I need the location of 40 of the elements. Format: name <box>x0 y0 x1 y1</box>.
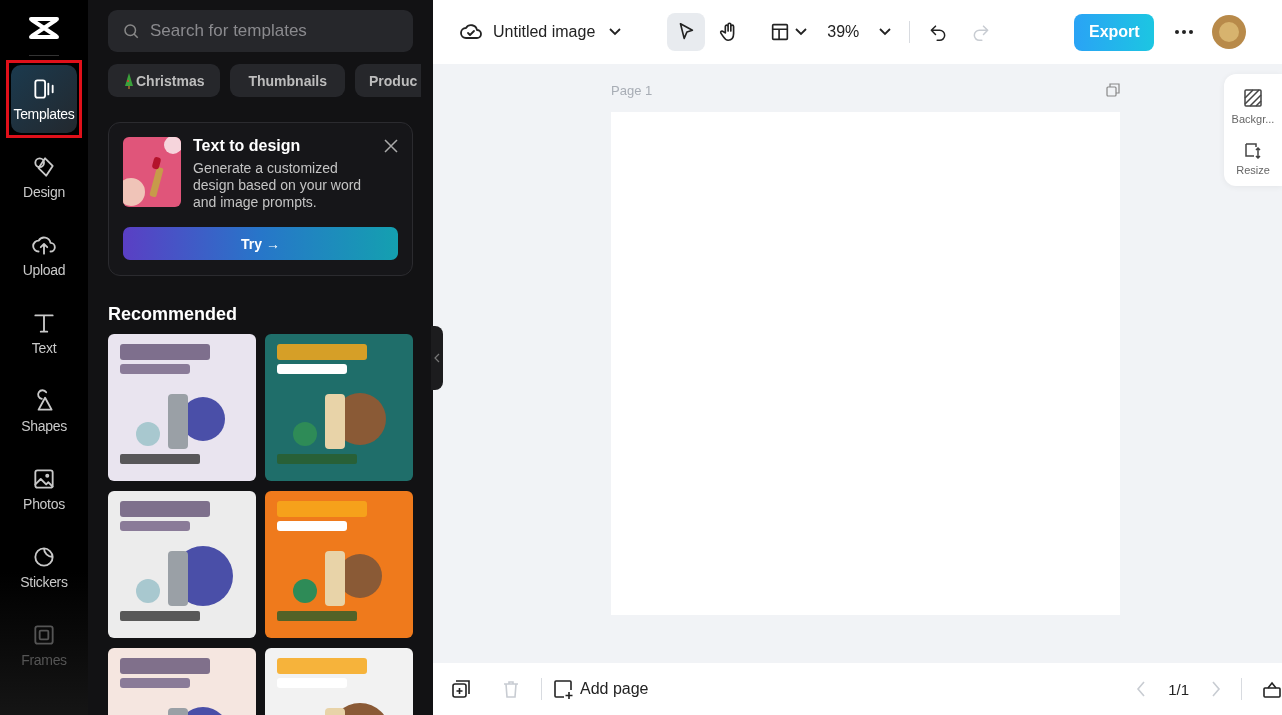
sidebar-item[interactable]: Design <box>11 143 77 211</box>
collapse-handle[interactable] <box>431 326 443 390</box>
sidebar-item[interactable]: Upload <box>11 221 77 289</box>
category-chip[interactable]: Christmas <box>108 64 221 97</box>
chevron-down-icon[interactable] <box>879 28 892 36</box>
avatar[interactable] <box>1212 15 1247 49</box>
sidebar-item[interactable]: Templates <box>11 65 77 133</box>
page-counter: 1/1 <box>1168 680 1189 698</box>
zoom-level[interactable]: 39% <box>827 23 860 41</box>
close-icon[interactable] <box>384 139 398 153</box>
sidebar-item[interactable]: Stickers <box>11 533 77 601</box>
page-label: Page 1 <box>611 82 653 98</box>
duplicate-page-icon[interactable] <box>451 679 471 699</box>
sidebar-item[interactable]: Photos <box>11 455 77 523</box>
sidebar-item[interactable]: Text <box>11 299 77 367</box>
more-icon[interactable] <box>1174 29 1195 35</box>
panels-icon <box>31 76 57 102</box>
frame-icon <box>31 622 57 648</box>
background-button[interactable]: Backgr... <box>1224 88 1282 125</box>
try-button[interactable]: Try → <box>123 227 398 260</box>
category-chip[interactable]: Produc <box>355 64 422 97</box>
search-field[interactable]: Search for templates <box>108 10 413 52</box>
pointer-tool[interactable] <box>667 13 706 51</box>
logo-icon <box>28 16 60 40</box>
document-title[interactable]: Untitled image <box>493 23 596 41</box>
tree-icon <box>124 72 134 89</box>
resize-button[interactable]: Resize <box>1224 139 1282 176</box>
collapse-icon[interactable] <box>1262 679 1282 699</box>
chevron-down-icon[interactable] <box>609 28 622 36</box>
add-page-button[interactable]: Add page <box>552 678 649 700</box>
chevron-left-icon <box>434 353 440 363</box>
chevron-down-icon[interactable] <box>795 28 808 36</box>
hatched-square-icon <box>1243 88 1263 108</box>
section-title: Recommended <box>108 304 239 325</box>
category-chip[interactable]: Thumbnails <box>230 64 346 97</box>
add-page-icon <box>552 678 574 700</box>
promo-description: Generate a customized design based on your word and image prompts. <box>193 160 363 211</box>
sidebar-item[interactable]: Shapes <box>11 377 77 445</box>
image-icon <box>31 466 57 492</box>
promo-title: Text to design <box>193 137 302 155</box>
